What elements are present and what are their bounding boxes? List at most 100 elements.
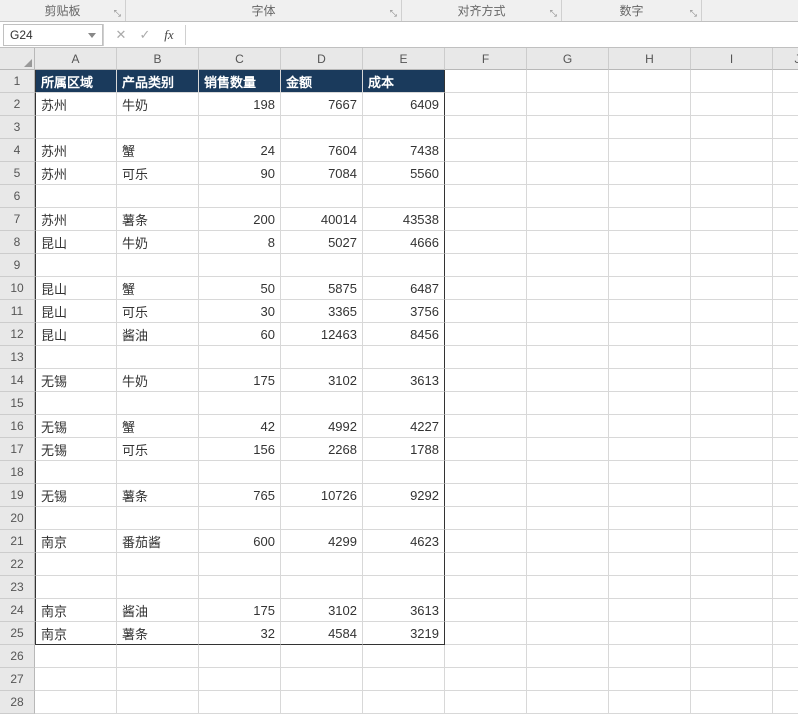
cell[interactable] <box>445 369 527 392</box>
cell[interactable] <box>609 277 691 300</box>
cell[interactable] <box>527 530 609 553</box>
cell[interactable] <box>773 254 798 277</box>
cell[interactable] <box>363 116 445 139</box>
cell[interactable] <box>363 553 445 576</box>
cell[interactable] <box>609 622 691 645</box>
cell[interactable] <box>527 70 609 93</box>
cell[interactable]: 43538 <box>363 208 445 231</box>
row-header[interactable]: 13 <box>0 346 35 369</box>
cell[interactable]: 8456 <box>363 323 445 346</box>
cell[interactable] <box>363 346 445 369</box>
cell[interactable]: 可乐 <box>117 162 199 185</box>
cell[interactable] <box>773 369 798 392</box>
cell[interactable] <box>35 461 117 484</box>
cell[interactable] <box>527 208 609 231</box>
cell[interactable] <box>35 691 117 714</box>
row-header[interactable]: 17 <box>0 438 35 461</box>
cell[interactable] <box>117 507 199 530</box>
row-header[interactable]: 21 <box>0 530 35 553</box>
row-header[interactable]: 2 <box>0 93 35 116</box>
cell[interactable] <box>527 553 609 576</box>
cell[interactable] <box>773 668 798 691</box>
row-header[interactable]: 27 <box>0 668 35 691</box>
cell[interactable] <box>527 116 609 139</box>
row-header[interactable]: 1 <box>0 70 35 93</box>
name-box-dropdown-icon[interactable] <box>88 30 96 40</box>
cell[interactable] <box>691 392 773 415</box>
cell[interactable]: 60 <box>199 323 281 346</box>
cell[interactable]: 3756 <box>363 300 445 323</box>
cell[interactable] <box>773 300 798 323</box>
cell[interactable] <box>527 93 609 116</box>
cell[interactable]: 40014 <box>281 208 363 231</box>
cell[interactable] <box>445 461 527 484</box>
cell[interactable]: 可乐 <box>117 438 199 461</box>
column-header[interactable]: B <box>117 48 199 70</box>
cell[interactable] <box>199 116 281 139</box>
cell[interactable] <box>773 208 798 231</box>
cell[interactable] <box>281 254 363 277</box>
cell[interactable] <box>117 461 199 484</box>
cell[interactable] <box>445 553 527 576</box>
cell[interactable] <box>199 254 281 277</box>
cell[interactable] <box>691 691 773 714</box>
cell[interactable] <box>527 599 609 622</box>
cell[interactable] <box>117 185 199 208</box>
cell[interactable] <box>691 139 773 162</box>
cell[interactable] <box>363 645 445 668</box>
cell[interactable] <box>199 691 281 714</box>
cell[interactable]: 175 <box>199 369 281 392</box>
cell[interactable] <box>445 277 527 300</box>
cell[interactable] <box>691 461 773 484</box>
formula-input[interactable] <box>190 24 798 46</box>
cell[interactable] <box>199 507 281 530</box>
cell[interactable] <box>527 438 609 461</box>
cell[interactable]: 10726 <box>281 484 363 507</box>
cell[interactable] <box>199 668 281 691</box>
cell[interactable]: 南京 <box>35 622 117 645</box>
cell[interactable] <box>527 691 609 714</box>
cell[interactable] <box>691 116 773 139</box>
cell[interactable] <box>691 231 773 254</box>
cell[interactable] <box>445 139 527 162</box>
cell[interactable]: 50 <box>199 277 281 300</box>
cell[interactable] <box>609 300 691 323</box>
name-box[interactable]: G24 <box>3 24 103 46</box>
cell[interactable] <box>773 392 798 415</box>
cell[interactable]: 南京 <box>35 599 117 622</box>
row-header[interactable]: 9 <box>0 254 35 277</box>
cell[interactable] <box>527 323 609 346</box>
cell[interactable] <box>363 576 445 599</box>
cell[interactable]: 90 <box>199 162 281 185</box>
cell[interactable] <box>609 599 691 622</box>
cell[interactable]: 可乐 <box>117 300 199 323</box>
cell[interactable] <box>445 185 527 208</box>
cell[interactable]: 24 <box>199 139 281 162</box>
cell[interactable] <box>691 185 773 208</box>
cell[interactable]: 6487 <box>363 277 445 300</box>
cell[interactable]: 昆山 <box>35 231 117 254</box>
cell[interactable]: 7604 <box>281 139 363 162</box>
row-header[interactable]: 11 <box>0 300 35 323</box>
select-all-corner[interactable] <box>0 48 35 70</box>
cell[interactable]: 3102 <box>281 599 363 622</box>
row-header[interactable]: 8 <box>0 231 35 254</box>
cell[interactable]: 薯条 <box>117 484 199 507</box>
cell[interactable]: 产品类别 <box>117 70 199 93</box>
column-header[interactable]: A <box>35 48 117 70</box>
cell[interactable] <box>691 208 773 231</box>
cell[interactable] <box>117 668 199 691</box>
cell[interactable] <box>609 507 691 530</box>
cell[interactable] <box>445 162 527 185</box>
row-header[interactable]: 19 <box>0 484 35 507</box>
cell[interactable] <box>527 162 609 185</box>
cell[interactable] <box>773 277 798 300</box>
cell[interactable] <box>35 346 117 369</box>
cell[interactable] <box>609 116 691 139</box>
cell[interactable] <box>527 277 609 300</box>
cell[interactable] <box>609 93 691 116</box>
column-header[interactable]: H <box>609 48 691 70</box>
cell[interactable] <box>609 691 691 714</box>
cell[interactable] <box>773 507 798 530</box>
cell[interactable]: 4584 <box>281 622 363 645</box>
